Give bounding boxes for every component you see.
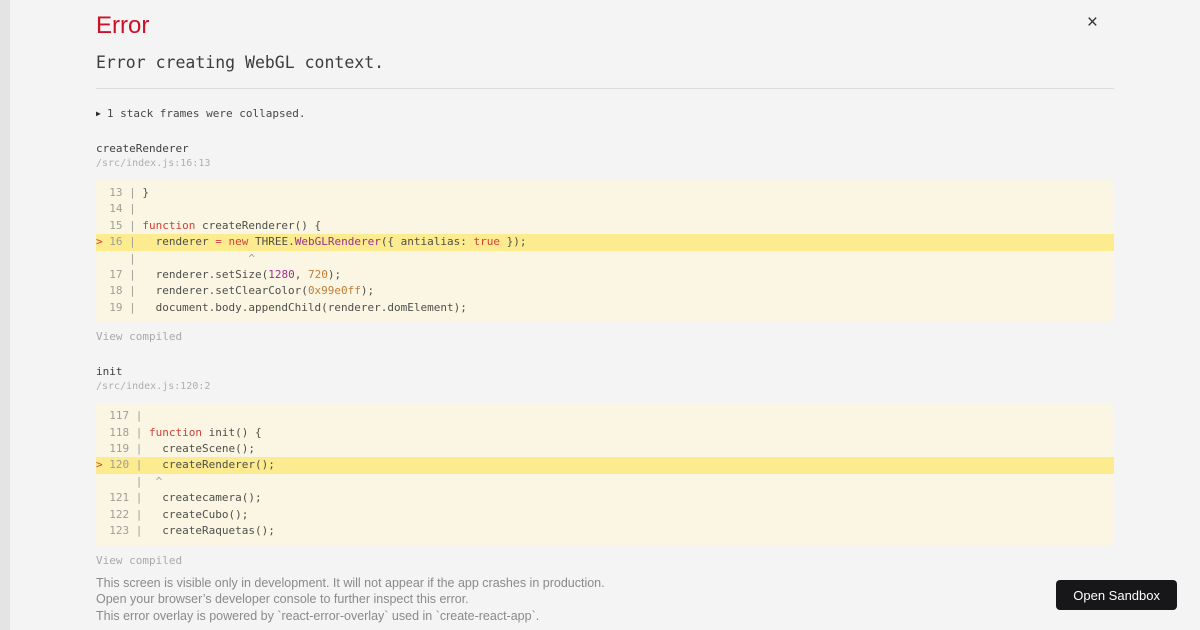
frame-function-name: createRenderer xyxy=(96,142,189,155)
code-line-highlighted: > 16 | renderer = new THREE.WebGLRendere… xyxy=(96,234,1114,251)
error-message: Error creating WebGL context. xyxy=(96,53,385,72)
collapsed-frames-toggle[interactable]: ▶ 1 stack frames were collapsed. xyxy=(96,107,1114,120)
collapsed-frames-label: 1 stack frames were collapsed. xyxy=(106,107,306,120)
stack-frame: init /src/index.js:120:2 117 | 118 | fun… xyxy=(96,365,1114,567)
footer-notes: This screen is visible only in developme… xyxy=(96,575,1114,625)
error-title: Error xyxy=(96,12,150,39)
view-compiled-link[interactable]: View compiled xyxy=(96,330,1114,343)
footer-line: This error overlay is powered by `react-… xyxy=(96,608,540,623)
frame-function-name: init xyxy=(96,365,123,379)
view-compiled-link[interactable]: View compiled xyxy=(96,554,1114,567)
code-line: 123 | createRaquetas(); xyxy=(96,524,275,538)
code-line: 18 | renderer.setClearColor(0x99e0ff); xyxy=(96,284,375,298)
code-line: 118 | function init() { xyxy=(96,425,262,439)
triangle-right-icon: ▶ xyxy=(96,109,101,118)
stack-frame: createRenderer /src/index.js:16:13 13 | … xyxy=(96,142,1114,343)
code-line: 14 | xyxy=(96,202,136,216)
error-overlay: × Error Error creating WebGL context. ▶ 1… xyxy=(10,0,1200,630)
code-line: 13 | } xyxy=(96,186,149,199)
code-line: 117 | xyxy=(96,409,143,423)
code-line: 122 | createCubo(); xyxy=(96,507,249,521)
open-sandbox-button[interactable]: Open Sandbox xyxy=(1056,580,1177,610)
code-line: 17 | renderer.setSize(1280, 720); xyxy=(96,268,342,282)
code-line: 19 | document.body.appendChild(renderer.… xyxy=(96,300,467,314)
code-line: | ^ xyxy=(96,474,163,488)
code-block: 117 | 118 | function init() { 119 | crea… xyxy=(96,403,1114,545)
footer-line: This screen is visible only in developme… xyxy=(96,575,605,590)
divider xyxy=(96,88,1114,89)
code-block: 13 | } 14 | 15 | function createRenderer… xyxy=(96,180,1114,322)
code-line-highlighted: > 120 | createRenderer(); xyxy=(96,457,1114,474)
code-line: 119 | createScene(); xyxy=(96,442,255,456)
footer-line: Open your browser’s developer console to… xyxy=(96,592,469,606)
stack-frames: createRenderer /src/index.js:16:13 13 | … xyxy=(96,142,1114,567)
overlay-content: Error Error creating WebGL context. ▶ 1 s… xyxy=(10,0,1200,624)
code-line: 15 | function createRenderer() { xyxy=(96,218,322,232)
close-icon[interactable]: × xyxy=(1087,13,1098,32)
page-background: × Error Error creating WebGL context. ▶ 1… xyxy=(0,0,1200,630)
frame-file-location: /src/index.js:120:2 xyxy=(96,381,211,393)
code-line: 121 | createcamera(); xyxy=(96,491,262,505)
code-line: | ^ xyxy=(96,251,255,265)
frame-file-location: /src/index.js:16:13 xyxy=(96,158,211,169)
